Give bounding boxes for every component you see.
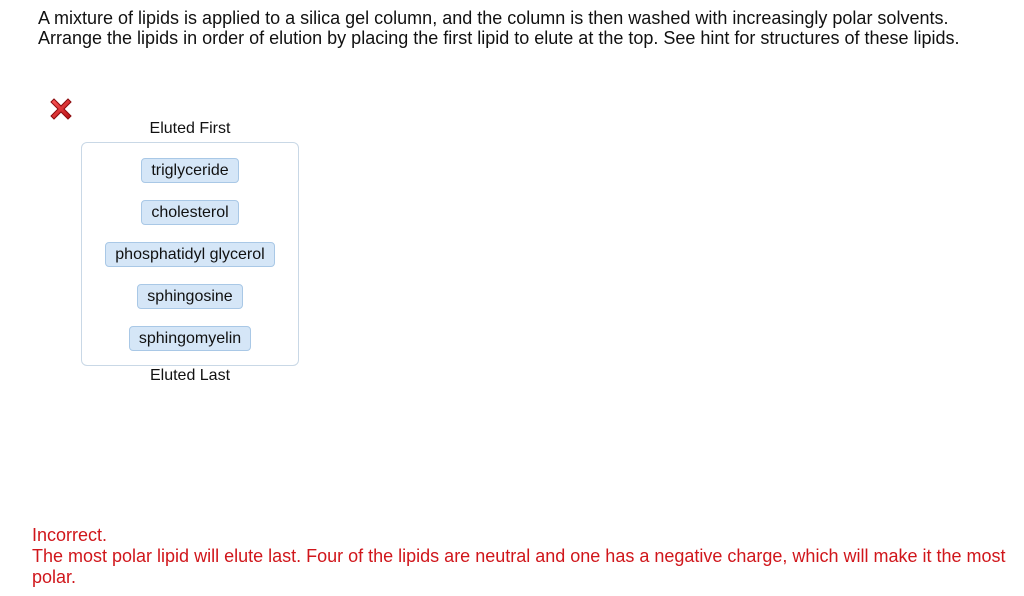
lipid-chip-sphingomyelin[interactable]: sphingomyelin [128, 326, 252, 351]
elution-order-column[interactable]: triglyceride cholesterol phosphatidyl gl… [81, 142, 299, 366]
lipid-chip-phosphatidyl-glycerol[interactable]: phosphatidyl glycerol [105, 242, 275, 267]
lipid-chip-triglyceride[interactable]: triglyceride [141, 158, 239, 183]
eluted-first-label: Eluted First [149, 120, 231, 137]
question-page: A mixture of lipids is applied to a sili… [0, 0, 1024, 596]
feedback-message: The most polar lipid will elute last. Fo… [32, 546, 1006, 587]
eluted-last-label: Eluted Last [149, 367, 231, 384]
feedback-status: Incorrect. [32, 525, 108, 545]
question-text: A mixture of lipids is applied to a sili… [38, 8, 960, 48]
feedback-panel: Incorrect. The most polar lipid will elu… [32, 525, 1007, 588]
sortable-list: triglyceride cholesterol phosphatidyl gl… [82, 158, 298, 351]
incorrect-x-icon [50, 98, 72, 120]
lipid-chip-sphingosine[interactable]: sphingosine [137, 284, 243, 309]
lipid-chip-cholesterol[interactable]: cholesterol [141, 200, 239, 225]
